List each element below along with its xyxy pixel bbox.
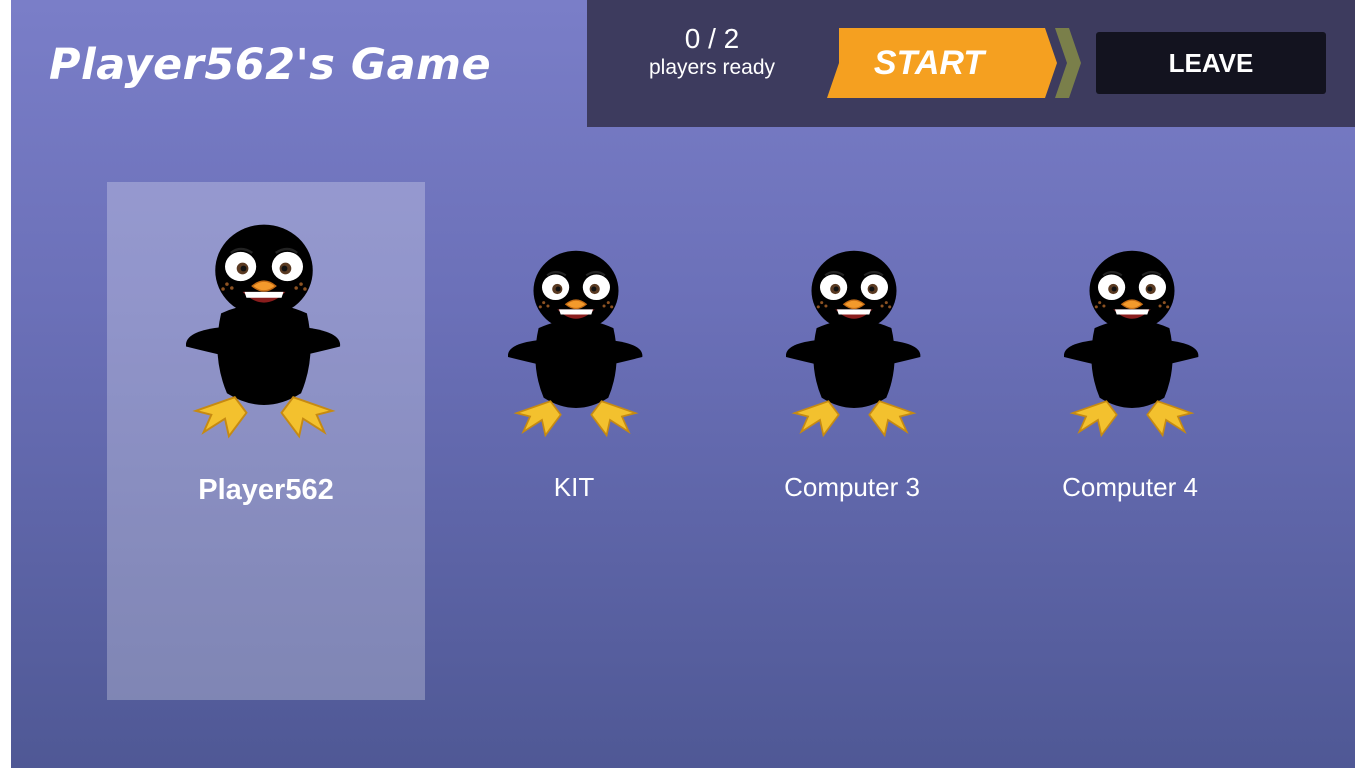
red-bird-icon: .b3 .body{fill:#d42c10}.b3 .belly{fill:#… bbox=[786, 238, 922, 442]
player-card-kit[interactable]: .b2 .body{fill:#f2e21b}.b2 .belly{fill:#… bbox=[415, 182, 733, 700]
ready-count: 0 / 2 bbox=[684, 23, 740, 54]
start-button[interactable]: START bbox=[827, 28, 1081, 98]
ready-label: players ready bbox=[648, 56, 776, 79]
leave-button[interactable]: LEAVE bbox=[1096, 32, 1326, 94]
orange-bird-icon: .b4 .body{fill:#db8412}.b4 .belly{fill:#… bbox=[1064, 238, 1200, 442]
player-name: Player562 bbox=[198, 474, 334, 506]
player-card-computer-3[interactable]: .b3 .body{fill:#d42c10}.b3 .belly{fill:#… bbox=[693, 182, 1011, 700]
yellow-bird-icon: .b2 .body{fill:#f2e21b}.b2 .belly{fill:#… bbox=[508, 238, 644, 442]
player-card-computer-4[interactable]: .b4 .body{fill:#db8412}.b4 .belly{fill:#… bbox=[971, 182, 1289, 700]
player-name: Computer 3 bbox=[784, 472, 920, 502]
blue-bird-icon: .b1 .body{fill:#1f6ff0}.b1 .belly{fill:#… bbox=[186, 210, 342, 444]
player-name: Computer 4 bbox=[1062, 472, 1198, 502]
game-lobby: Player562's Game 0 / 2 players ready STA… bbox=[11, 0, 1355, 768]
ready-status: 0 / 2 players ready bbox=[627, 22, 797, 80]
player-name: KIT bbox=[553, 472, 595, 502]
start-label: START bbox=[873, 44, 985, 82]
player-card-player562[interactable]: .b1 .body{fill:#1f6ff0}.b1 .belly{fill:#… bbox=[107, 182, 425, 700]
game-title: Player562's Game bbox=[49, 40, 492, 90]
top-bar: 0 / 2 players ready START LEAVE bbox=[587, 0, 1355, 127]
